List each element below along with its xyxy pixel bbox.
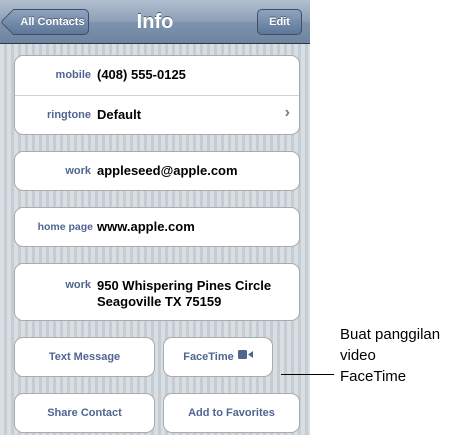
email-row[interactable]: work appleseed@apple.com	[15, 152, 299, 190]
add-to-favorites-label: Add to Favorites	[188, 407, 275, 419]
callout-line-3: FaceTime	[340, 368, 407, 385]
navigation-bar: All Contacts Info Edit	[0, 0, 310, 44]
address-group: work 950 Whispering Pines Circle Seagovi…	[14, 263, 300, 321]
edit-button[interactable]: Edit	[257, 9, 302, 35]
address-line1: 950 Whispering Pines Circle	[97, 278, 272, 293]
mobile-label: mobile	[55, 69, 91, 81]
phone-ringtone-group: mobile (408) 555-0125 ringtone Default ›	[14, 55, 300, 135]
homepage-group: home page www.apple.com	[14, 207, 300, 247]
mobile-value: (408) 555-0125	[97, 67, 186, 82]
all-contacts-back-button[interactable]: All Contacts	[13, 9, 89, 35]
mobile-row[interactable]: mobile (408) 555-0125	[15, 56, 299, 95]
email-value: appleseed@apple.com	[97, 163, 238, 178]
address-label: work	[65, 279, 91, 291]
ringtone-label: ringtone	[47, 109, 91, 121]
email-label: work	[65, 165, 91, 177]
chevron-right-icon: ›	[284, 104, 290, 121]
facetime-button[interactable]: FaceTime	[163, 337, 273, 377]
address-line2: Seagoville TX 75159	[97, 294, 222, 309]
share-contact-label: Share Contact	[47, 407, 122, 419]
homepage-value: www.apple.com	[97, 219, 195, 234]
homepage-label: home page	[37, 221, 93, 233]
back-button-label: All Contacts	[20, 16, 85, 28]
share-contact-button[interactable]: Share Contact	[14, 393, 155, 433]
text-message-button[interactable]: Text Message	[14, 337, 155, 377]
callout-line-2: video	[340, 347, 376, 364]
video-camera-icon	[237, 337, 253, 375]
text-message-label: Text Message	[48, 351, 121, 363]
facetime-label: FaceTime	[183, 351, 234, 363]
phone-screen: All Contacts Info Edit mobile (408) 555-…	[0, 0, 310, 435]
homepage-row[interactable]: home page www.apple.com	[15, 208, 299, 246]
callout-line-1: Buat panggilan	[340, 326, 441, 343]
email-group: work appleseed@apple.com	[14, 151, 300, 191]
address-row[interactable]: work 950 Whispering Pines Circle Seagovi…	[15, 264, 299, 320]
ringtone-row[interactable]: ringtone Default ›	[15, 96, 299, 134]
callout-line	[281, 374, 334, 375]
ringtone-value: Default	[97, 107, 142, 122]
add-to-favorites-button[interactable]: Add to Favorites	[163, 393, 300, 433]
callout-text: Buat panggilan video FaceTime	[340, 324, 464, 387]
